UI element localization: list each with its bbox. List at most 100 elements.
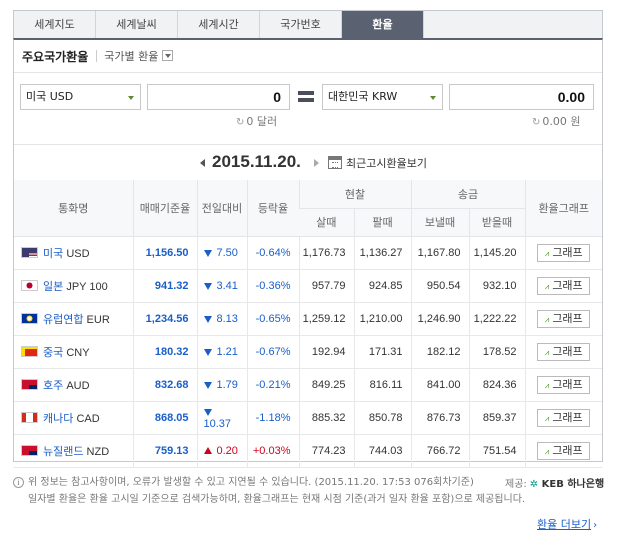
change-value: 8.13 (196, 302, 247, 336)
currency-cell[interactable]: 호주 AUD (14, 368, 133, 402)
cash-buy: 957.79 (298, 269, 354, 303)
header-currency: 통화명 (14, 180, 133, 237)
currency-cell[interactable]: 미국 USD (14, 236, 133, 270)
currency-cell[interactable]: 뉴질랜드 NZD (14, 434, 133, 468)
cash-buy: 774.23 (298, 434, 354, 468)
cash-sell: 744.03 (353, 434, 411, 468)
change-value: 7.50 (196, 236, 247, 270)
tab-world-map[interactable]: 세계지도 (14, 11, 96, 38)
rate-table-body: 미국 USD 1,156.50 7.50 -0.64% 1,176.73 1,136.27… (14, 236, 602, 468)
date-navigator: 2015.11.20. 최근고시환율보기 (14, 144, 602, 174)
currency-cell[interactable]: 중국 CNY (14, 335, 133, 369)
header-change: 전일대비 (196, 180, 247, 237)
from-currency-select[interactable]: 미국 USD (20, 84, 141, 110)
from-currency-value: 미국 USD (26, 90, 74, 103)
cash-sell: 924.85 (353, 269, 411, 303)
graph-button[interactable]: ⩘ 그래프 (537, 276, 591, 295)
cash-buy: 849.25 (298, 368, 354, 402)
currency-code: AUD (66, 379, 90, 392)
chevron-down-icon[interactable] (162, 50, 174, 61)
country-name[interactable]: 일본 (43, 281, 63, 293)
from-amount-text: ↻ 0 달러 (236, 115, 278, 128)
change-percent: -0.65% (246, 302, 299, 336)
graph-button[interactable]: ⩘ 그래프 (537, 342, 591, 361)
chart-icon: ⩘ (544, 446, 550, 456)
tab-exchange-rate[interactable]: 환율 (342, 11, 424, 38)
header-transfer: 송금 (410, 180, 525, 209)
prev-date-icon[interactable] (200, 159, 205, 167)
divider (96, 50, 98, 62)
change-value: 0.20 (196, 434, 247, 468)
graph-cell: ⩘ 그래프 (524, 368, 602, 402)
header-graph: 환율그래프 (524, 180, 602, 237)
cash-buy: 885.32 (298, 401, 354, 435)
cash-buy: 1,259.12 (298, 302, 354, 336)
from-amount-input[interactable]: 0 (147, 84, 290, 110)
more-rates-link[interactable]: 환율 더보기 › (537, 516, 597, 532)
change-percent: -0.36% (246, 269, 299, 303)
header-base-rate: 매매기준율 (132, 180, 197, 237)
base-rate: 832.68 (132, 368, 197, 402)
receive-rate: 932.10 (468, 269, 525, 303)
base-rate: 941.32 (132, 269, 197, 303)
graph-cell: ⩘ 그래프 (524, 269, 602, 303)
calendar-icon (328, 156, 342, 169)
graph-button[interactable]: ⩘ 그래프 (537, 408, 591, 427)
triangle-down-icon (203, 348, 212, 356)
au-flag-icon (21, 378, 38, 390)
tab-country-code[interactable]: 국가번호 (260, 11, 342, 38)
country-name[interactable]: 뉴질랜드 (43, 446, 83, 458)
cash-buy: 1,176.73 (298, 236, 354, 270)
graph-cell: ⩘ 그래프 (524, 335, 602, 369)
chart-icon: ⩘ (544, 248, 550, 258)
country-rate-dropdown[interactable]: 국가별 환율 (104, 48, 174, 64)
header-send: 보낼때 (410, 208, 469, 237)
recent-rate-button[interactable]: 최근고시환율보기 (328, 154, 427, 171)
chart-icon: ⩘ (544, 281, 550, 291)
table-row: 유럽연합 EUR 1,234.56 8.13 -0.65% 1,259.12 1,210.… (14, 302, 602, 336)
cash-buy: 192.94 (298, 335, 354, 369)
currency-code: USD (66, 247, 90, 260)
info-icon: i (13, 477, 24, 488)
currency-code: NZD (86, 445, 110, 458)
cn-flag-icon (21, 345, 38, 357)
to-currency-select[interactable]: 대한민국 KRW (322, 84, 443, 110)
currency-cell[interactable]: 일본 JPY 100 (14, 269, 133, 303)
table-row: 일본 JPY 100 941.32 3.41 -0.36% 957.79 924.85 95… (14, 269, 602, 303)
currency-cell[interactable]: 유럽연합 EUR (14, 302, 133, 336)
graph-button[interactable]: ⩘ 그래프 (537, 375, 591, 394)
country-name[interactable]: 미국 (43, 248, 63, 260)
graph-button[interactable]: ⩘ 그래프 (537, 243, 591, 262)
next-date-icon[interactable] (314, 159, 319, 167)
send-rate: 182.12 (410, 335, 469, 369)
jp-flag-icon (21, 279, 38, 291)
chart-icon: ⩘ (544, 347, 550, 357)
country-name[interactable]: 중국 (43, 347, 63, 359)
rate-table: 통화명 매매기준율 전일대비 등락율 현찰 송금 환율그래프 살때 팔때 보낼때… (14, 180, 602, 468)
send-rate: 1,246.90 (410, 302, 469, 336)
country-name[interactable]: 캐나다 (43, 413, 73, 425)
tab-world-weather[interactable]: 세계날씨 (96, 11, 178, 38)
send-rate: 841.00 (410, 368, 469, 402)
send-rate: 876.73 (410, 401, 469, 435)
change-value: 3.41 (196, 269, 247, 303)
graph-button[interactable]: ⩘ 그래프 (537, 441, 591, 460)
country-name[interactable]: 호주 (43, 380, 63, 392)
provider-label: 제공: (505, 479, 527, 490)
tab-bar: 세계지도 세계날씨 세계시간 국가번호 환율 (13, 10, 603, 38)
base-rate: 868.05 (132, 401, 197, 435)
chart-icon: ⩘ (544, 314, 550, 324)
subhead: 주요국가환율 국가별 환율 (14, 40, 602, 73)
tab-world-time[interactable]: 세계시간 (178, 11, 260, 38)
to-amount-input[interactable]: 0.00 (449, 84, 594, 110)
header-receive: 받을때 (468, 208, 525, 237)
cash-sell: 1,136.27 (353, 236, 411, 270)
receive-rate: 751.54 (468, 434, 525, 468)
currency-cell[interactable]: 캐나다 CAD (14, 401, 133, 435)
receive-rate: 859.37 (468, 401, 525, 435)
graph-button[interactable]: ⩘ 그래프 (537, 309, 591, 328)
receive-rate: 824.36 (468, 368, 525, 402)
triangle-down-icon (203, 381, 212, 389)
country-name[interactable]: 유럽연합 (43, 314, 83, 326)
currency-code: CNY (66, 346, 90, 359)
